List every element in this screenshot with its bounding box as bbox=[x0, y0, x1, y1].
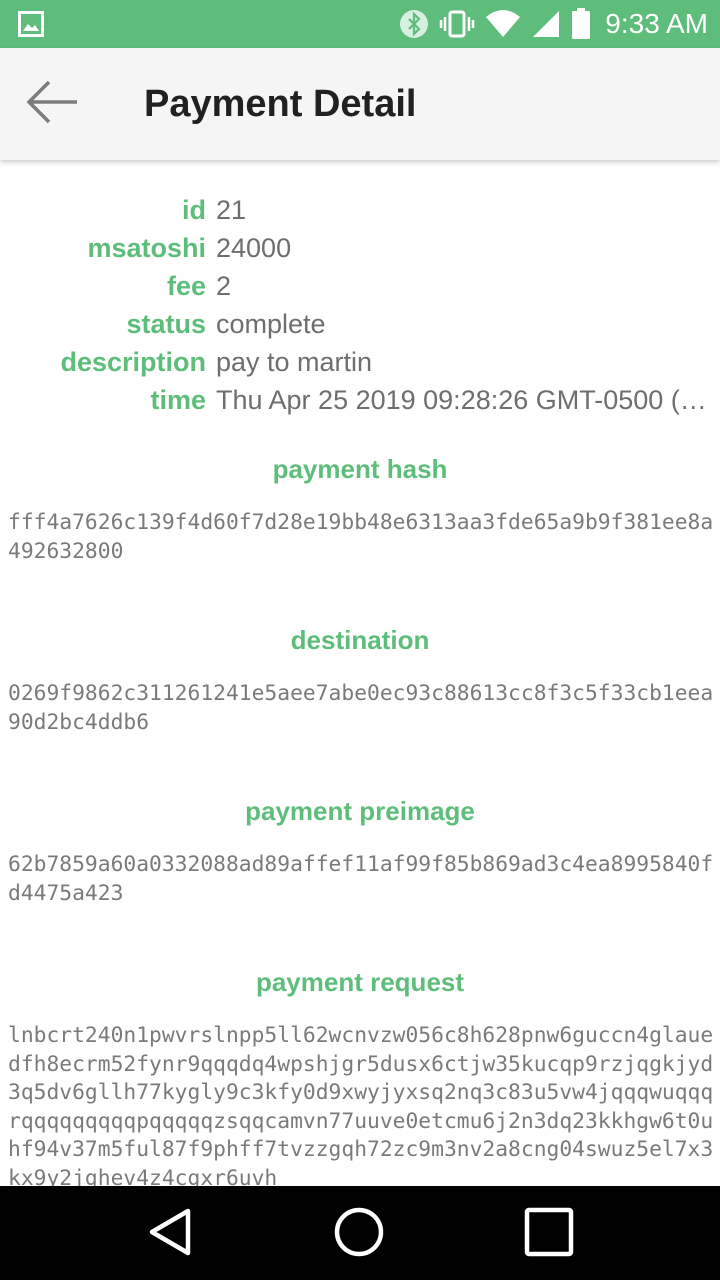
recents-square-icon bbox=[523, 1206, 575, 1263]
detail-row-status: status complete bbox=[0, 305, 720, 343]
detail-value: 24000 bbox=[216, 233, 292, 263]
back-triangle-icon bbox=[146, 1207, 194, 1262]
detail-key: id bbox=[182, 195, 206, 225]
payment-hash-title: payment hash bbox=[272, 454, 448, 484]
detail-key: fee bbox=[166, 271, 206, 301]
detail-value: 2 bbox=[216, 271, 232, 301]
status-time: 9:33 AM bbox=[605, 8, 708, 39]
detail-key: description bbox=[60, 347, 206, 377]
detail-key: time bbox=[150, 385, 206, 415]
nav-back-button[interactable] bbox=[142, 1208, 198, 1260]
battery-icon bbox=[571, 8, 591, 40]
detail-value: 21 bbox=[216, 195, 247, 225]
bluetooth-icon bbox=[399, 9, 429, 39]
payment-detail-content[interactable]: id 21 msatoshi 24000 fee 2 status comple… bbox=[0, 160, 720, 1186]
payment-preimage-value: 62b7859a60a0332088ad89affef11af99f85b869… bbox=[8, 852, 714, 906]
home-circle-icon bbox=[333, 1206, 385, 1263]
detail-row-msatoshi: msatoshi 24000 bbox=[0, 229, 720, 267]
image-icon bbox=[18, 11, 44, 37]
app-bar: Payment Detail bbox=[0, 48, 720, 160]
wifi-icon bbox=[485, 9, 521, 39]
destination-title: destination bbox=[290, 625, 430, 655]
payment-hash-value: fff4a7626c139f4d60f7d28e19bb48e6313aa3fd… bbox=[8, 510, 714, 564]
nav-home-button[interactable] bbox=[331, 1206, 387, 1263]
payment-request-title: payment request bbox=[255, 967, 465, 997]
nav-recents-button[interactable] bbox=[521, 1206, 577, 1263]
payment-preimage-title: payment preimage bbox=[245, 796, 475, 826]
signal-icon bbox=[531, 9, 561, 39]
destination-value: 0269f9862c311261241e5aee7abe0ec93c88613c… bbox=[8, 681, 714, 735]
detail-row-description: description pay to martin bbox=[0, 343, 720, 381]
back-button[interactable] bbox=[20, 74, 84, 134]
detail-value: complete bbox=[216, 309, 326, 339]
detail-key: msatoshi bbox=[87, 233, 206, 263]
detail-row-time: time Thu Apr 25 2019 09:28:26 GMT-0500 (… bbox=[0, 381, 720, 419]
detail-row-fee: fee 2 bbox=[0, 267, 720, 305]
vibrate-icon bbox=[439, 9, 475, 39]
detail-key: status bbox=[126, 309, 206, 339]
payment-request-value: lnbcrt240n1pwvrslnpp5ll62wcnvzw056c8h628… bbox=[8, 1023, 714, 1186]
page-title: Payment Detail bbox=[144, 83, 417, 125]
navigation-bar bbox=[0, 1186, 720, 1280]
detail-row-id: id 21 bbox=[0, 191, 720, 229]
detail-value: pay to martin bbox=[216, 347, 373, 377]
status-icons: 9:33 AM bbox=[399, 0, 708, 48]
detail-value: Thu Apr 25 2019 09:28:26 GMT-0500 (… bbox=[216, 385, 707, 415]
arrow-back-icon bbox=[25, 78, 79, 131]
status-bar: 9:33 AM bbox=[0, 0, 720, 48]
